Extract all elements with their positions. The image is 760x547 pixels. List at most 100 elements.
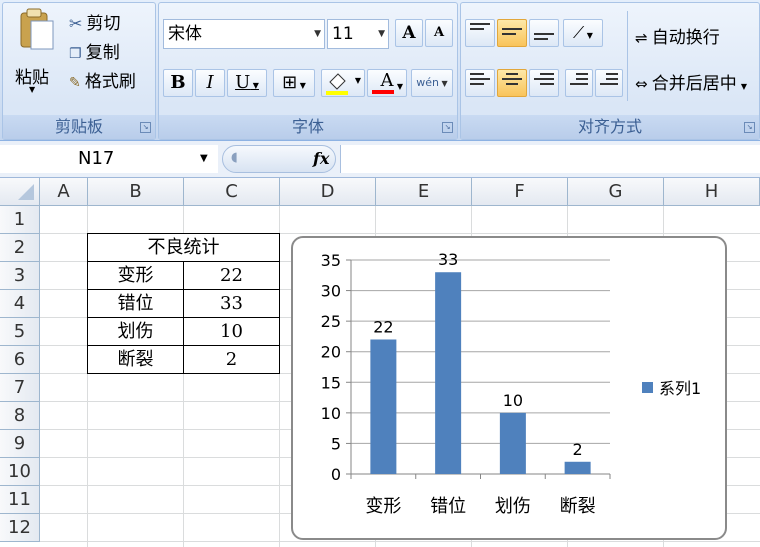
row-header-1[interactable]: 1	[0, 206, 40, 234]
row-header-2[interactable]: 2	[0, 234, 40, 262]
row-header-3[interactable]: 3	[0, 262, 40, 290]
select-all-button[interactable]	[0, 178, 40, 206]
row-header-11[interactable]: 11	[0, 486, 40, 514]
format-painter-button[interactable]: ✎ 格式刷	[69, 67, 136, 92]
row-header-9[interactable]: 9	[0, 430, 40, 458]
column-header-b[interactable]: B	[88, 178, 184, 206]
column-header-e[interactable]: E	[376, 178, 472, 206]
merge-center-button[interactable]: ⇔ 合并后居中 ▼	[635, 69, 747, 95]
cell-c6[interactable]: 2	[184, 346, 279, 374]
column-header-c[interactable]: C	[184, 178, 280, 206]
align-center-button[interactable]	[497, 69, 527, 97]
cut-button[interactable]: ✂ 剪切	[69, 9, 121, 34]
cell-b4[interactable]: 错位	[88, 290, 183, 318]
row-header-7[interactable]: 7	[0, 374, 40, 402]
dialog-launcher-icon[interactable]: ↘	[744, 122, 755, 133]
cell-b6[interactable]: 断裂	[88, 346, 183, 374]
copy-icon: ❐	[69, 46, 82, 62]
align-bottom-button[interactable]	[529, 19, 559, 47]
font-size-combo[interactable]: 11 ▼	[327, 19, 389, 49]
row-header-6[interactable]: 6	[0, 346, 40, 374]
x-tick-label: 划伤	[495, 496, 531, 517]
text-orientation-icon: ⟋	[573, 23, 585, 42]
shrink-font-button[interactable]: A	[425, 19, 453, 47]
wrap-text-button[interactable]: ⇌ 自动换行	[635, 23, 720, 49]
row-header-12[interactable]: 12	[0, 514, 40, 542]
paste-button[interactable]: 粘贴 ▼	[11, 7, 57, 95]
y-tick-label: 15	[321, 373, 341, 392]
cell-c3[interactable]: 22	[184, 262, 279, 290]
x-tick-label: 变形	[365, 496, 401, 517]
bold-label: B	[170, 72, 186, 93]
cell-c5[interactable]: 10	[184, 318, 279, 346]
chevron-down-icon: ▼	[584, 31, 593, 40]
underline-button[interactable]: U ▼	[227, 69, 267, 97]
borders-button[interactable]: ⊞ ▼	[273, 69, 315, 97]
shrink-font-icon: A	[433, 25, 445, 40]
copy-button[interactable]: ❐ 复制	[69, 38, 120, 63]
y-tick-label: 30	[321, 282, 341, 301]
chevron-down-icon[interactable]: ▼	[200, 145, 208, 173]
column-header-d[interactable]: D	[280, 178, 376, 206]
scissors-icon: ✂	[69, 14, 83, 33]
fx-icon[interactable]: fx	[313, 149, 329, 168]
fill-color-button[interactable]: ▼	[321, 69, 365, 97]
data-label: 22	[373, 317, 393, 336]
decrease-indent-button[interactable]	[565, 69, 593, 97]
column-header-h[interactable]: H	[664, 178, 760, 206]
y-tick-label: 35	[321, 251, 341, 270]
bar-4	[564, 461, 591, 474]
chevron-down-icon: ▼	[297, 81, 306, 90]
increase-indent-button[interactable]	[595, 69, 623, 97]
font-group: 宋体 ▼ 11 ▼ A A B I U ▼ ⊞ ▼ ▼ A ▼ wén ▼ 字体	[158, 2, 458, 140]
column-header-f[interactable]: F	[472, 178, 568, 206]
align-top-button[interactable]	[465, 19, 495, 47]
alignment-group: ⟋ ▼ ⇌ 自动换行 ⇔ 合并后居中 ▼ 对齐方式 ↘	[460, 2, 760, 140]
chevron-down-icon: ▼	[354, 76, 361, 85]
cell-c4[interactable]: 33	[184, 290, 279, 318]
font-color-button[interactable]: A ▼	[367, 69, 407, 97]
formula-bar: N17 ▼ ◖ fx	[0, 141, 760, 178]
name-box[interactable]: N17 ▼	[0, 145, 218, 173]
align-right-button[interactable]	[529, 69, 559, 97]
dialog-launcher-icon[interactable]: ↘	[442, 122, 453, 133]
column-header-a[interactable]: A	[40, 178, 88, 206]
font-family-combo[interactable]: 宋体 ▼	[163, 19, 325, 49]
italic-button[interactable]: I	[195, 69, 225, 97]
chevron-down-icon: ▼	[29, 85, 36, 94]
column-header-g[interactable]: G	[568, 178, 664, 206]
align-middle-button[interactable]	[497, 19, 527, 47]
paste-icon	[20, 8, 54, 50]
data-label: 2	[573, 440, 583, 459]
row-header-10[interactable]: 10	[0, 458, 40, 486]
dialog-launcher-icon[interactable]: ↘	[140, 122, 151, 133]
bold-button[interactable]: B	[163, 69, 193, 97]
grow-font-icon: A	[402, 23, 416, 43]
chart[interactable]: 0 5 10 15 20 25 30 35 22 变形 33 错位 10 划伤 2 断裂 系列1	[291, 236, 727, 540]
cell-b3[interactable]: 变形	[88, 262, 183, 290]
separator	[627, 11, 628, 101]
chart-svg: 0 5 10 15 20 25 30 35 22 变形 33 错位 10 划伤 2 断裂 系列1	[321, 250, 702, 517]
bar-1	[370, 339, 397, 474]
font-group-label: 字体	[159, 115, 457, 139]
row-header-8[interactable]: 8	[0, 402, 40, 430]
wrap-text-icon: ⇌	[635, 29, 648, 47]
row-header-4[interactable]: 4	[0, 290, 40, 318]
phonetic-button[interactable]: wén ▼	[411, 69, 453, 97]
y-tick-label: 10	[321, 404, 341, 423]
grow-font-button[interactable]: A	[395, 19, 423, 47]
copy-label: 复制	[85, 43, 120, 63]
borders-icon: ⊞	[282, 72, 298, 93]
row-header-5[interactable]: 5	[0, 318, 40, 346]
formula-input[interactable]	[340, 145, 760, 173]
orientation-button[interactable]: ⟋ ▼	[563, 19, 603, 47]
merge-center-label: 合并后居中	[651, 74, 737, 94]
cell-b2-title[interactable]: 不良统计	[88, 234, 279, 262]
cell-b5[interactable]: 划伤	[88, 318, 183, 346]
bar-2	[435, 272, 462, 474]
align-left-button[interactable]	[465, 69, 495, 97]
cut-label: 剪切	[86, 14, 121, 34]
grip-icon: ◖	[231, 150, 238, 165]
alignment-group-label: 对齐方式	[461, 115, 759, 139]
x-tick-label: 断裂	[560, 496, 596, 517]
